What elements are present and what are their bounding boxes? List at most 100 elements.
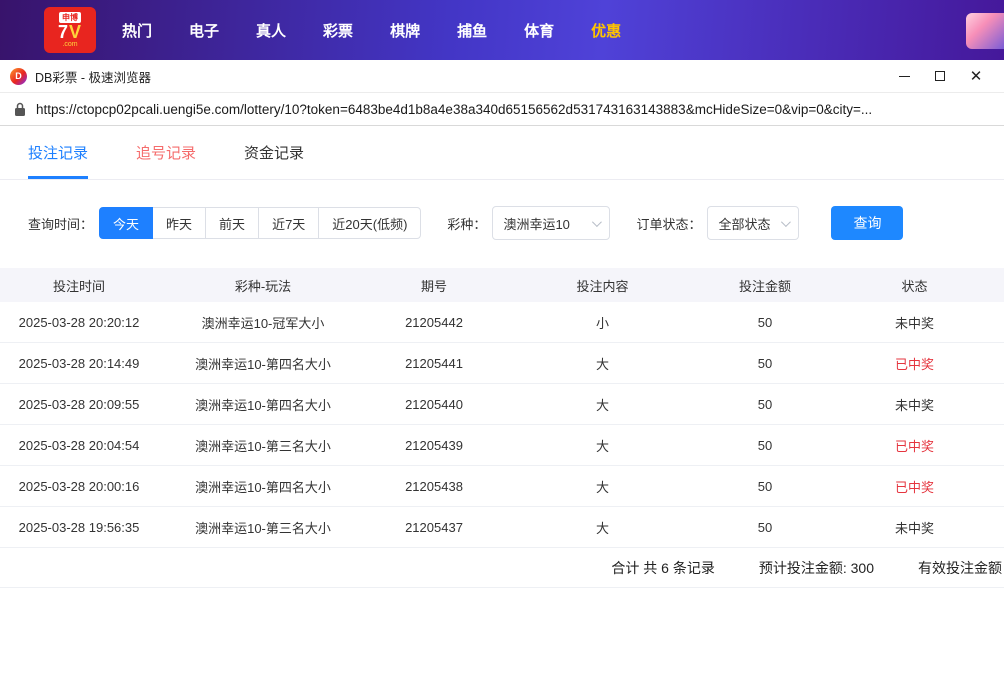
site-topbar: 申博 7V .com 热门 电子 真人 彩票 棋牌 捕鱼 体育 优惠 [0, 0, 1004, 60]
chevron-down-icon [592, 216, 603, 227]
cell-status: 未中奖 [825, 507, 1004, 547]
cell-time: 2025-03-28 19:56:35 [18, 519, 140, 535]
address-bar[interactable]: https://ctopcp02pcali.uengi5e.com/lotter… [0, 92, 1004, 126]
cell-content: 小 [595, 315, 609, 331]
url-text[interactable]: https://ctopcp02pcali.uengi5e.com/lotter… [36, 102, 872, 117]
cell-game: 澳洲幸运10-第四名大小 [195, 356, 331, 372]
cell-content: 大 [595, 520, 609, 536]
cell-status: 已中奖 [825, 466, 1004, 506]
record-tabs: 投注记录 追号记录 资金记录 [0, 126, 1004, 180]
lottery-filter-label: 彩种： [447, 216, 487, 232]
browser-titlebar: D DB彩票 - 极速浏览器 ✕ [0, 60, 1004, 92]
col-header-amount: 投注金额 [738, 278, 791, 294]
cell-amount: 50 [757, 314, 773, 330]
tab-chase-records[interactable]: 追号记录 [136, 142, 196, 179]
nav-item-lottery[interactable]: 彩票 [323, 20, 353, 41]
cell-amount: 50 [757, 437, 773, 453]
logo-sub: .com [62, 41, 78, 48]
cell-issue: 21205442 [405, 314, 463, 330]
cell-time: 2025-03-28 20:14:49 [18, 355, 140, 371]
tab-fund-records[interactable]: 资金记录 [244, 142, 304, 179]
maximize-icon [935, 71, 945, 81]
lock-icon [15, 102, 25, 116]
nav-item-promo[interactable]: 优惠 [591, 20, 621, 41]
table-row: 2025-03-28 19:56:35 澳洲幸运10-第三名大小 2120543… [0, 507, 1004, 548]
cell-game: 澳洲幸运10-第四名大小 [195, 479, 331, 495]
cell-status: 未中奖 [825, 302, 1004, 342]
cell-amount: 50 [757, 396, 773, 412]
cell-status: 已中奖 [825, 343, 1004, 383]
nav-item-live[interactable]: 真人 [256, 20, 286, 41]
close-button[interactable]: ✕ [958, 63, 994, 89]
col-header-status: 状态 [901, 278, 928, 294]
summary-expected-amount: 预计投注金额: 300 [758, 559, 874, 576]
cell-game: 澳洲幸运10-第三名大小 [195, 438, 331, 454]
col-header-issue: 期号 [420, 278, 447, 294]
cell-issue: 21205438 [405, 478, 463, 494]
summary-total: 合计 共 6 条记录 [611, 559, 715, 576]
nav-item-electronic[interactable]: 电子 [189, 20, 219, 41]
chevron-down-icon [781, 216, 792, 227]
cell-amount: 50 [757, 355, 773, 371]
col-header-time: 投注时间 [52, 278, 105, 294]
status-badge: 未中奖 [894, 520, 934, 536]
cell-content: 大 [595, 479, 609, 495]
filter-bar: 查询时间： 今天 昨天 前天 近7天 近20天(低频) 彩种： 澳洲幸运10 订… [0, 206, 1004, 240]
time-option-yesterday[interactable]: 昨天 [152, 207, 207, 239]
search-button[interactable]: 查询 [831, 206, 904, 240]
col-header-content: 投注内容 [576, 278, 629, 294]
order-status-value: 全部状态 [718, 216, 771, 232]
nav-item-cards[interactable]: 棋牌 [390, 20, 420, 41]
nav-item-hot[interactable]: 热门 [122, 20, 152, 41]
cell-content: 大 [595, 397, 609, 413]
order-status-select[interactable]: 全部状态 [707, 206, 800, 240]
minimize-button[interactable] [886, 63, 922, 89]
cell-time: 2025-03-28 20:04:54 [18, 437, 140, 453]
cell-issue: 21205439 [405, 437, 463, 453]
cell-time: 2025-03-28 20:00:16 [18, 478, 140, 494]
table-row: 2025-03-28 20:09:55 澳洲幸运10-第四名大小 2120544… [0, 384, 1004, 425]
nav-item-sports[interactable]: 体育 [524, 20, 554, 41]
status-badge: 未中奖 [894, 315, 934, 331]
window-title: DB彩票 - 极速浏览器 [35, 70, 151, 85]
lottery-select[interactable]: 澳洲幸运10 [492, 206, 611, 240]
cell-issue: 21205437 [405, 519, 463, 535]
status-filter-label: 订单状态： [636, 216, 702, 232]
table-row: 2025-03-28 20:00:16 澳洲幸运10-第四名大小 2120543… [0, 466, 1004, 507]
col-header-game: 彩种-玩法 [234, 278, 292, 294]
time-filter-group: 今天 昨天 前天 近7天 近20天(低频) [99, 207, 422, 239]
logo-main: 7V [57, 22, 83, 42]
user-avatar[interactable] [966, 13, 1004, 49]
cell-amount: 50 [757, 519, 773, 535]
time-option-20days[interactable]: 近20天(低频) [318, 207, 422, 239]
cell-content: 大 [595, 356, 609, 372]
cell-content: 大 [595, 438, 609, 454]
table-header: 投注时间 彩种-玩法 期号 投注内容 投注金额 状态 [0, 268, 1004, 302]
time-option-today[interactable]: 今天 [99, 207, 154, 239]
cell-game: 澳洲幸运10-冠军大小 [201, 315, 325, 331]
tab-bet-records[interactable]: 投注记录 [28, 142, 89, 179]
table-row: 2025-03-28 20:14:49 澳洲幸运10-第四名大小 2120544… [0, 343, 1004, 384]
cell-status: 已中奖 [825, 425, 1004, 465]
table-row: 2025-03-28 20:04:54 澳洲幸运10-第三名大小 2120543… [0, 425, 1004, 466]
status-badge: 已中奖 [894, 438, 934, 454]
cell-game: 澳洲幸运10-第三名大小 [195, 520, 331, 536]
status-badge: 未中奖 [894, 397, 934, 413]
time-option-7days[interactable]: 近7天 [258, 207, 320, 239]
site-logo[interactable]: 申博 7V .com [44, 7, 96, 53]
cell-game: 澳洲幸运10-第四名大小 [195, 397, 331, 413]
cell-status: 未中奖 [825, 384, 1004, 424]
table-summary: 合计 共 6 条记录 预计投注金额: 300 有效投注金额 [0, 548, 1004, 588]
nav-item-fishing[interactable]: 捕鱼 [457, 20, 487, 41]
cell-time: 2025-03-28 20:20:12 [18, 314, 140, 330]
status-badge: 已中奖 [894, 479, 934, 495]
status-badge: 已中奖 [894, 356, 934, 372]
time-filter-label: 查询时间： [28, 216, 94, 232]
minimize-icon [898, 75, 910, 77]
cell-amount: 50 [757, 478, 773, 494]
browser-favicon-icon: D [10, 67, 27, 85]
time-option-day-before[interactable]: 前天 [205, 207, 260, 239]
maximize-button[interactable] [922, 63, 958, 89]
cell-issue: 21205441 [405, 355, 463, 371]
cell-time: 2025-03-28 20:09:55 [18, 396, 140, 412]
